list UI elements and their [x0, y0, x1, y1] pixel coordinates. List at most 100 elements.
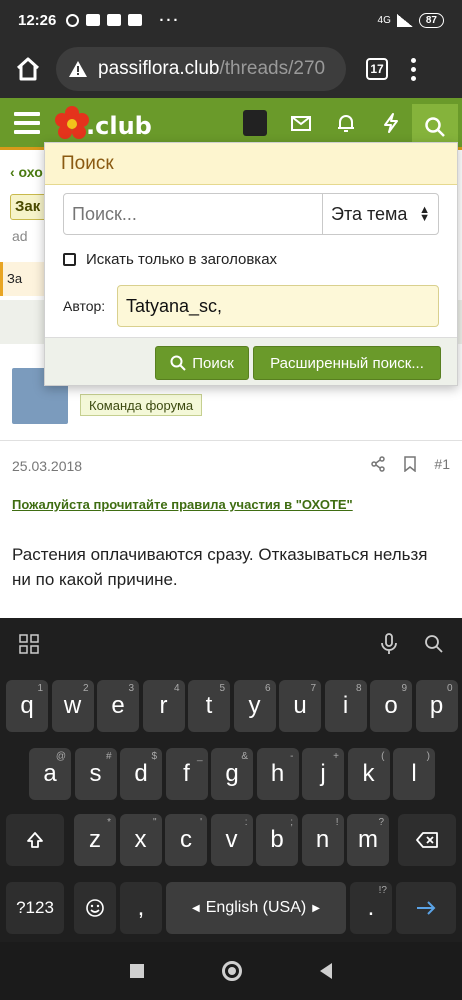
key-b[interactable]: ; b	[256, 814, 298, 866]
status-bar: 12:26 ··· 4G 87	[0, 0, 462, 40]
backspace-key[interactable]	[398, 814, 456, 866]
lang-prev-icon: ◀	[192, 902, 200, 914]
key-w[interactable]: 2w	[51, 680, 94, 732]
key-g[interactable]: & g	[211, 748, 253, 800]
author-field[interactable]: Tatyana_sc,	[117, 285, 439, 327]
titles-only-option[interactable]: Искать только в заголовках	[63, 251, 277, 268]
url-path: /threads/270	[219, 58, 326, 79]
key-h[interactable]: -h	[256, 748, 299, 800]
key-r[interactable]: 4r	[142, 680, 185, 732]
period-key[interactable]: !?.	[350, 882, 392, 934]
thread-author[interactable]: ad	[12, 228, 28, 244]
key-q[interactable]: 1q	[6, 680, 48, 732]
post-actions: #1	[370, 456, 450, 472]
post-number[interactable]: #1	[434, 456, 450, 472]
key-label: s	[89, 760, 102, 787]
user-avatar[interactable]	[243, 110, 267, 136]
search-button[interactable]: Поиск	[155, 346, 249, 380]
home-button[interactable]	[222, 961, 242, 981]
locked-notice: За	[0, 262, 46, 296]
url-bar[interactable]: passiflora.club/threads/270	[56, 47, 346, 91]
key-label: p	[429, 692, 444, 719]
tab-switcher-button[interactable]: 17	[366, 58, 388, 80]
key-v[interactable]: :v	[210, 814, 253, 866]
key-hint: $	[151, 751, 157, 762]
search-scope-value: Эта тема	[331, 203, 408, 224]
symbols-key[interactable]: ?123	[6, 882, 64, 934]
browser-menu-icon[interactable]	[410, 57, 416, 81]
key-hint: ?	[378, 817, 384, 828]
key-s[interactable]: # s	[74, 748, 117, 800]
key-hint: 8	[355, 683, 362, 694]
search-scope-select[interactable]: Эта тема ▲ ▼	[322, 194, 438, 234]
key-k[interactable]: (k	[347, 748, 390, 800]
key-m[interactable]: ? m	[347, 814, 389, 866]
network-type: 4G	[377, 14, 391, 26]
key-a[interactable]: @ a	[29, 748, 71, 800]
hamburger-menu-icon[interactable]	[14, 112, 40, 134]
enter-key[interactable]	[396, 882, 456, 934]
microphone-icon[interactable]	[380, 633, 398, 655]
key-x[interactable]: " x	[119, 814, 162, 866]
key-hint: 4	[173, 683, 180, 694]
space-key[interactable]: ◀ English (USA) ▶	[166, 882, 346, 934]
key-n[interactable]: ! n	[301, 814, 344, 866]
key-label: b	[270, 826, 284, 853]
search-input[interactable]	[64, 194, 322, 234]
key-label: a	[43, 760, 57, 787]
key-label: r	[159, 692, 168, 719]
key-d[interactable]: $ d	[120, 748, 162, 800]
titles-only-checkbox[interactable]	[63, 253, 76, 266]
key-u[interactable]: 7u	[279, 680, 321, 732]
key-p[interactable]: 0p	[415, 680, 458, 732]
key-c[interactable]: ' c	[165, 814, 207, 866]
site-logo[interactable]: .club	[54, 106, 152, 142]
key-hint: #	[105, 751, 112, 762]
key-label: o	[384, 692, 398, 719]
post-date[interactable]: 25.03.2018	[12, 458, 82, 474]
bell-icon[interactable]	[335, 112, 357, 134]
key-hint: :	[244, 817, 248, 828]
key-e[interactable]: 3e	[97, 680, 139, 732]
key-i[interactable]: 8i	[324, 680, 367, 732]
comma-key[interactable]: ,	[120, 882, 162, 934]
lightning-icon[interactable]	[380, 112, 402, 134]
search-icon	[425, 117, 445, 137]
keyboard-search-icon[interactable]	[424, 634, 444, 654]
mail-icon[interactable]	[290, 112, 312, 134]
browser-toolbar: passiflora.club/threads/270 17	[0, 40, 462, 98]
apps-grid-icon[interactable]	[18, 633, 40, 655]
shift-key[interactable]	[6, 814, 64, 866]
breadcrumb[interactable]: ‹ охо	[10, 164, 43, 180]
key-o[interactable]: 9o	[370, 680, 412, 732]
key-j[interactable]: + j	[302, 748, 344, 800]
search-button-label: Поиск	[192, 354, 234, 372]
titles-only-label: Искать только в заголовках	[86, 251, 278, 268]
key-hint: 2	[82, 683, 89, 694]
alarm-icon	[66, 13, 80, 27]
bookmark-icon[interactable]	[404, 456, 417, 472]
key-y[interactable]: 6y	[233, 680, 276, 732]
back-button[interactable]	[320, 963, 332, 979]
url-host: passiflora.club	[98, 58, 220, 79]
key-l[interactable]: ) l	[393, 748, 435, 800]
advanced-search-button[interactable]: Расширенный поиск...	[253, 346, 441, 380]
author-label: Автор:	[63, 298, 106, 314]
key-hint: 5	[219, 683, 225, 694]
home-icon[interactable]	[10, 51, 46, 87]
emoji-key[interactable]	[74, 882, 116, 934]
key-hint: (	[381, 751, 385, 762]
key-label: ,	[137, 894, 145, 921]
key-label: f	[183, 760, 190, 787]
key-z[interactable]: * z	[74, 814, 116, 866]
search-panel-title: Поиск	[45, 143, 457, 185]
key-hint: !	[335, 817, 339, 828]
key-f[interactable]: _ f	[165, 748, 208, 800]
key-label: c	[180, 826, 192, 853]
key-label: d	[134, 760, 148, 787]
share-icon[interactable]	[370, 456, 386, 472]
recents-button[interactable]	[130, 964, 144, 978]
youtube-icon	[107, 14, 122, 26]
rules-link[interactable]: Пожалуйста прочитайте правила участия в …	[12, 497, 353, 512]
key-t[interactable]: 5t	[188, 680, 230, 732]
